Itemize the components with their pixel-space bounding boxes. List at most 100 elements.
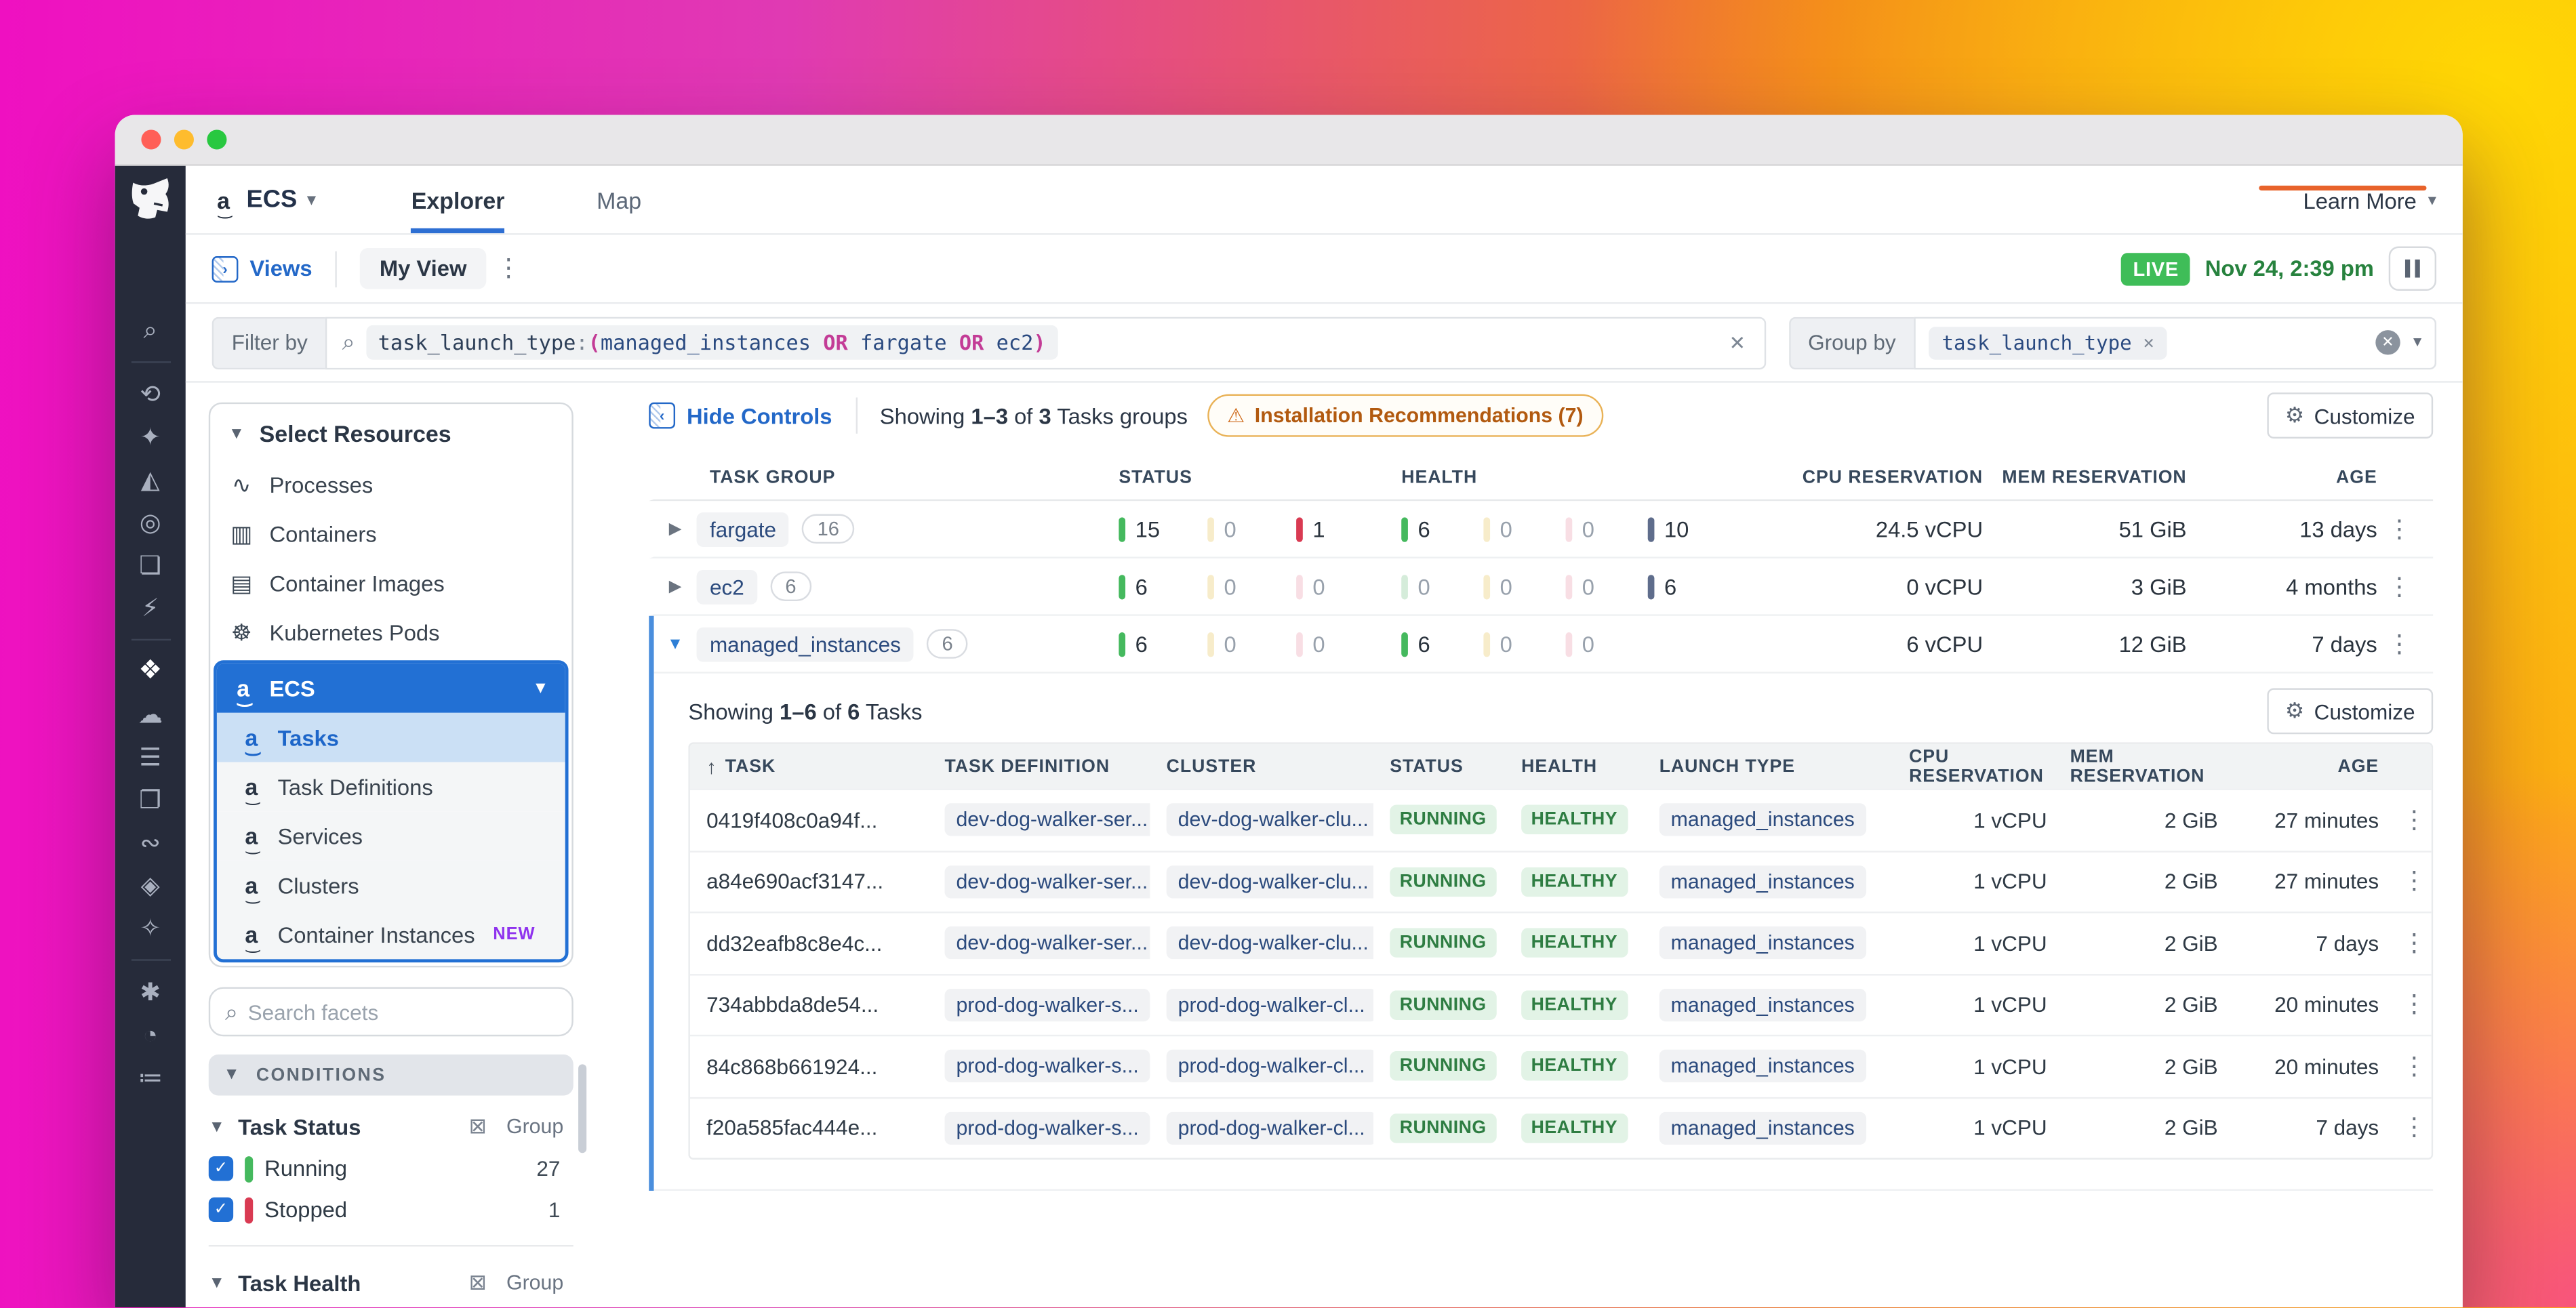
cluster-chip[interactable]: dev-dog-walker-clu... — [1167, 926, 1373, 959]
row-options-kebab-icon[interactable]: ⋮ — [2377, 516, 2433, 541]
error-tracking-bug-icon[interactable]: ✱ — [115, 970, 186, 1013]
row-options-kebab-icon[interactable]: ⋮ — [2386, 808, 2432, 832]
tab-map[interactable]: Map — [597, 166, 641, 233]
task-group-chip[interactable]: fargate — [697, 512, 790, 546]
window-titlebar[interactable] — [115, 115, 2463, 166]
cluster-chip[interactable]: prod-dog-walker-cl... — [1167, 988, 1373, 1021]
sort-ascending-icon[interactable]: ↑ — [706, 755, 717, 778]
search-icon[interactable]: ⌕ — [115, 309, 186, 352]
service-map-link-icon[interactable]: ∾ — [115, 821, 186, 864]
column-header-task[interactable]: ↑TASK — [690, 755, 928, 778]
expand-chevron-icon[interactable]: ▶ — [654, 577, 697, 596]
sidebar-scrollbar[interactable] — [578, 1064, 586, 1153]
column-header-status[interactable]: STATUS — [1119, 467, 1401, 487]
task-row[interactable]: 734abbda8de54...prod-dog-walker-s...prod… — [690, 973, 2432, 1035]
sidebar-item-task-definitions[interactable]: a⌣Task Definitions — [217, 762, 565, 811]
task-row[interactable]: 84c868b661924...prod-dog-walker-s...prod… — [690, 1035, 2432, 1097]
search-facets-input[interactable]: ⌕ Search facets — [209, 987, 573, 1037]
remove-group-icon[interactable]: ✕ — [2144, 332, 2154, 354]
row-options-kebab-icon[interactable]: ⋮ — [2377, 574, 2433, 598]
sidebar-item-container-images[interactable]: ▤Container Images — [214, 558, 568, 608]
task-group-row-ec2[interactable]: ▶ec2660000060 vCPU3 GiB4 months⋮ — [649, 558, 2433, 616]
live-badge[interactable]: LIVE — [2121, 252, 2190, 285]
launch-type-chip[interactable]: managed_instances — [1659, 804, 1866, 836]
installation-recommendations-button[interactable]: ⚠ Installation Recommendations (7) — [1207, 394, 1603, 437]
column-header-cluster[interactable]: CLUSTER — [1150, 756, 1373, 776]
task-definition-chip[interactable]: prod-dog-walker-s... — [944, 988, 1150, 1021]
grid-exclude-icon[interactable]: ⊠ — [469, 1113, 487, 1140]
checkbox-checked[interactable]: ✓ — [209, 1198, 233, 1222]
column-header-health[interactable]: HEALTH — [1401, 467, 1739, 487]
sidebar-item-processes[interactable]: ∿Processes — [214, 460, 568, 510]
sidebar-item-containers[interactable]: ▥Containers — [214, 509, 568, 558]
watchdog-icon[interactable]: ◎ — [115, 501, 186, 544]
column-header-mem-reservation[interactable]: MEM RESERVATION — [1983, 467, 2187, 487]
task-row[interactable]: dd32eafb8c8e4c...dev-dog-walker-ser...de… — [690, 912, 2432, 973]
close-window-button[interactable] — [141, 129, 161, 149]
sidebar-item-tasks[interactable]: a⌣Tasks — [217, 713, 565, 762]
task-group-chip[interactable]: managed_instances — [697, 627, 914, 661]
grid-exclude-icon[interactable]: ⊠ — [469, 1269, 487, 1296]
launch-type-chip[interactable]: managed_instances — [1659, 865, 1866, 898]
actions-lightning-icon[interactable]: ⚡ — [115, 586, 186, 629]
task-definition-chip[interactable]: prod-dog-walker-s... — [944, 1111, 1150, 1144]
task-definition-chip[interactable]: dev-dog-walker-ser... — [944, 865, 1150, 898]
facet-option-running[interactable]: ✓Running27 — [209, 1148, 573, 1189]
sidebar-item-kubernetes-pods[interactable]: ☸Kubernetes Pods — [214, 608, 568, 657]
launch-type-chip[interactable]: managed_instances — [1659, 988, 1866, 1021]
task-definition-chip[interactable]: dev-dog-walker-ser... — [944, 804, 1150, 836]
clear-filter-icon[interactable]: ✕ — [1726, 331, 1749, 354]
expand-chevron-icon[interactable]: ▶ — [654, 520, 697, 538]
column-header-cpu-reservation[interactable]: CPU RESERVATION — [1893, 746, 2054, 785]
column-header-launch-type[interactable]: LAUNCH TYPE — [1643, 756, 1892, 776]
facet-header-task-health[interactable]: ▼Task Health⊠Group — [209, 1261, 573, 1304]
column-header-task-group[interactable]: TASK GROUP — [697, 467, 1119, 487]
task-group-chip[interactable]: ec2 — [697, 569, 758, 604]
cluster-chip[interactable]: dev-dog-walker-clu... — [1167, 865, 1373, 898]
column-header-status[interactable]: STATUS — [1373, 756, 1505, 776]
checkbox-checked[interactable]: ✓ — [209, 1156, 233, 1181]
filter-query-value[interactable]: task_launch_type:(managed_instances OR f… — [367, 325, 1058, 360]
task-group-row-fargate[interactable]: ▶fargate1615016001024.5 vCPU51 GiB13 day… — [649, 501, 2433, 558]
software-catalog-icon[interactable]: ❏ — [115, 544, 186, 586]
cloud-cost-icon[interactable]: ☁ — [115, 693, 186, 736]
group-by-input[interactable]: task_launch_type ✕ ✕ ▾ — [1914, 316, 2436, 369]
clear-group-by-icon[interactable]: ✕ — [2375, 330, 2400, 354]
sidebar-item-clusters[interactable]: a⌣Clusters — [217, 861, 565, 910]
column-header-health[interactable]: HEALTH — [1505, 756, 1643, 776]
task-row[interactable]: f20a585fac444e...prod-dog-walker-s...pro… — [690, 1097, 2432, 1158]
column-header-cpu-reservation[interactable]: CPU RESERVATION — [1739, 467, 1983, 487]
select-resources-header[interactable]: ▼ Select Resources — [214, 407, 568, 460]
learn-more-menu[interactable]: Learn More ▾ — [2303, 186, 2436, 213]
conditions-section-header[interactable]: ▼ CONDITIONS — [209, 1055, 573, 1096]
app-switcher-chevron-icon[interactable]: ▾ — [307, 189, 316, 211]
facet-option-healthy[interactable]: ✓Healthy12 — [209, 1304, 573, 1307]
datadog-logo-icon[interactable] — [125, 174, 175, 224]
metrics-chart-icon[interactable]: ◭ — [115, 458, 186, 501]
row-options-kebab-icon[interactable]: ⋮ — [2386, 1054, 2432, 1078]
group-toggle[interactable]: Group — [506, 1116, 563, 1139]
collapse-chevron-icon[interactable]: ▼ — [654, 635, 697, 653]
task-row[interactable]: 0419f408c0a94f...dev-dog-walker-ser...de… — [690, 788, 2432, 850]
minimize-window-button[interactable] — [174, 129, 194, 149]
synthetics-compass-icon[interactable]: ✧ — [115, 907, 186, 949]
apm-windows-icon[interactable]: ❐ — [115, 779, 186, 821]
cluster-chip[interactable]: prod-dog-walker-cl... — [1167, 1050, 1373, 1082]
live-time[interactable]: Nov 24, 2:39 pm — [2205, 256, 2374, 281]
column-header-mem-reservation[interactable]: MEM RESERVATION — [2053, 746, 2224, 785]
sidebar-item-ecs[interactable]: a⌣ ECS ▼ — [217, 663, 565, 713]
security-shield-icon[interactable]: ◈ — [115, 864, 186, 907]
hide-controls-button[interactable]: ‹ Hide Controls — [649, 403, 832, 429]
customize-tasks-button[interactable]: ⚙ Customize — [2267, 688, 2433, 734]
current-view-button[interactable]: My View — [360, 248, 487, 289]
cluster-chip[interactable]: dev-dog-walker-clu... — [1167, 804, 1373, 836]
view-options-kebab-icon[interactable]: ⋮ — [486, 256, 530, 281]
row-options-kebab-icon[interactable]: ⋮ — [2386, 992, 2432, 1017]
infrastructure-containers-icon[interactable]: ❖ — [115, 651, 186, 693]
task-group-row-managed-instances[interactable]: ▼managed_instances66006006 vCPU12 GiB7 d… — [654, 616, 2434, 674]
group-by-dropdown-chevron-icon[interactable]: ▾ — [2413, 333, 2421, 352]
customize-groups-button[interactable]: ⚙ Customize — [2267, 392, 2433, 438]
column-header-age[interactable]: AGE — [2187, 467, 2377, 487]
history-icon[interactable]: ⟲ — [115, 373, 186, 415]
group-toggle[interactable]: Group — [506, 1271, 563, 1294]
